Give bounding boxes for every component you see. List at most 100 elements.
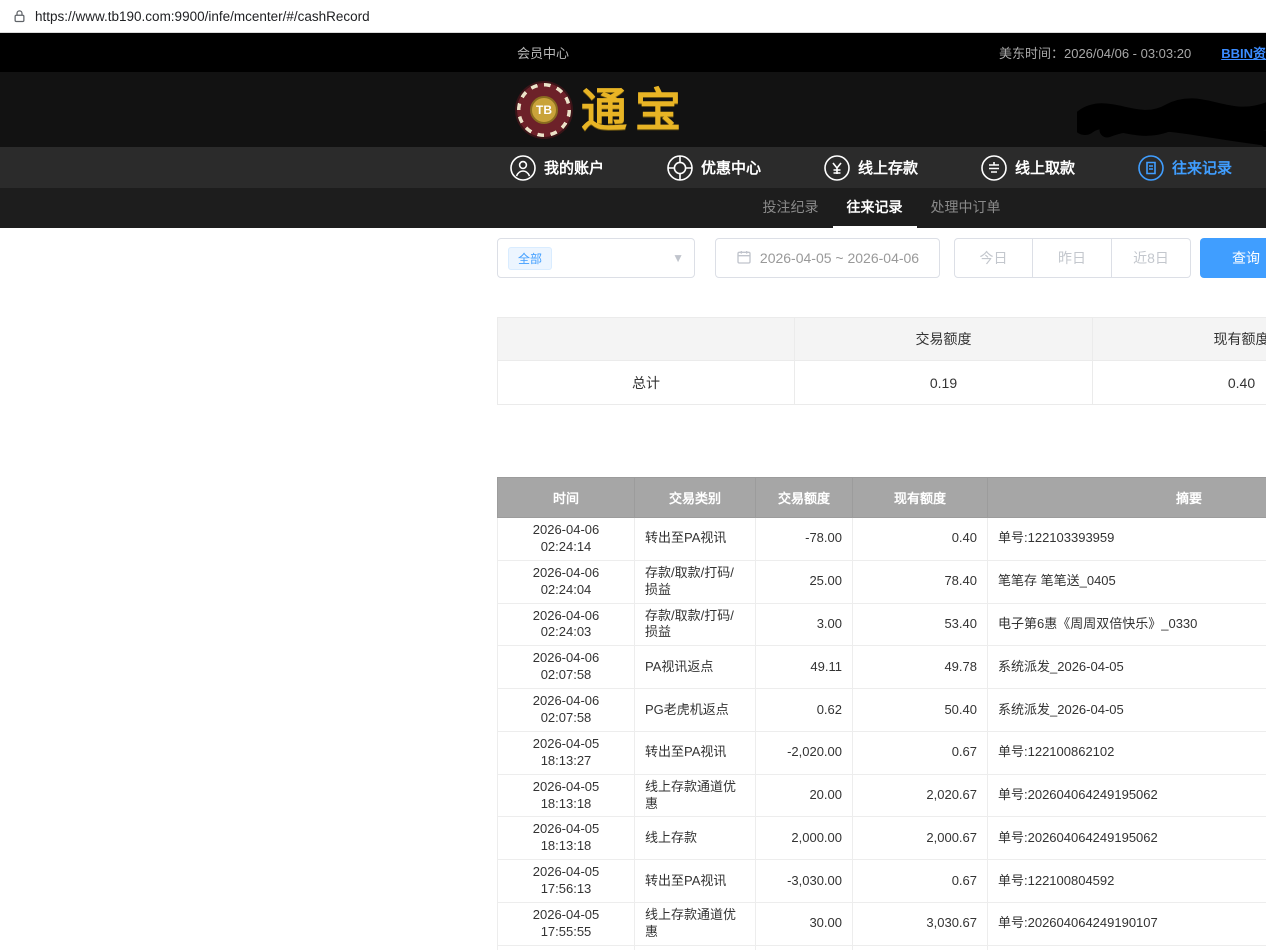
table-row: 2026-04-05 17:55:55线上存款3,000.003,000.67单… bbox=[498, 945, 1266, 950]
summary-header-transaction: 交易额度 bbox=[795, 318, 1093, 361]
logo-wordmark: 通宝 bbox=[581, 87, 689, 133]
table-cell: 单号:122100862102 bbox=[988, 731, 1266, 774]
table-cell: -78.00 bbox=[756, 518, 853, 561]
date-range-value: 2026-04-05 ~ 2026-04-06 bbox=[760, 250, 919, 266]
nav-item-withdraw[interactable]: 线上取款 bbox=[981, 155, 1075, 181]
tab-betting-records[interactable]: 投注纪录 bbox=[749, 188, 833, 228]
calendar-icon bbox=[736, 249, 752, 268]
chevron-down-icon: ▼ bbox=[672, 251, 684, 265]
table-cell: 系统派发_2026-04-05 bbox=[988, 646, 1266, 689]
table-cell: 0.62 bbox=[756, 689, 853, 732]
nav-item-deposit[interactable]: 线上存款 bbox=[824, 155, 918, 181]
summary-transaction-total: 0.19 bbox=[795, 361, 1093, 405]
filter-row: 全部 ▼ 2026-04-05 ~ 2026-04-06 今日 昨日 近8日 查… bbox=[497, 238, 1266, 278]
nav-item-transaction-records[interactable]: 往来记录 bbox=[1138, 155, 1232, 181]
table-row: 2026-04-05 18:13:18线上存款通道优惠20.002,020.67… bbox=[498, 774, 1266, 817]
table-cell: 单号:202604064249190107 bbox=[988, 945, 1266, 950]
table-cell: 0.40 bbox=[853, 518, 988, 561]
table-cell: 存款/取款/打码/损益 bbox=[635, 603, 756, 646]
table-row: 2026-04-05 17:56:13转出至PA视讯-3,030.000.67单… bbox=[498, 860, 1266, 903]
nav-item-my-account[interactable]: 我的账户 bbox=[510, 155, 604, 181]
records-icon bbox=[1138, 155, 1164, 181]
table-cell: 2026-04-05 17:55:55 bbox=[498, 903, 635, 946]
table-cell: 线上存款通道优惠 bbox=[635, 774, 756, 817]
table-cell: 2026-04-05 18:13:27 bbox=[498, 731, 635, 774]
table-cell: 系统派发_2026-04-05 bbox=[988, 689, 1266, 732]
tab-processing-orders[interactable]: 处理中订单 bbox=[917, 188, 1015, 228]
type-select[interactable]: 全部 ▼ bbox=[497, 238, 695, 278]
table-cell: 电子第6惠《周周双倍快乐》_0330 bbox=[988, 603, 1266, 646]
date-range-input[interactable]: 2026-04-05 ~ 2026-04-06 bbox=[715, 238, 940, 278]
table-cell: 3.00 bbox=[756, 603, 853, 646]
content-area: 全部 ▼ 2026-04-05 ~ 2026-04-06 今日 昨日 近8日 查… bbox=[497, 238, 1266, 950]
table-cell: 单号:202604064249195062 bbox=[988, 774, 1266, 817]
last8days-button[interactable]: 近8日 bbox=[1112, 238, 1191, 278]
transactions-body: 2026-04-06 02:24:14转出至PA视讯-78.000.40单号:1… bbox=[498, 518, 1266, 950]
table-cell: 30.00 bbox=[756, 903, 853, 946]
table-cell: 49.11 bbox=[756, 646, 853, 689]
table-cell: 53.40 bbox=[853, 603, 988, 646]
sub-navigation: 投注纪录 往来记录 处理中订单 bbox=[0, 188, 1266, 228]
table-cell: 2026-04-06 02:24:03 bbox=[498, 603, 635, 646]
table-cell: 3,000.67 bbox=[853, 945, 988, 950]
yesterday-button[interactable]: 昨日 bbox=[1033, 238, 1112, 278]
member-center-link[interactable]: 会员中心 bbox=[517, 43, 569, 62]
deposit-coin-icon bbox=[824, 155, 850, 181]
table-cell: PG老虎机返点 bbox=[635, 689, 756, 732]
table-cell: 2026-04-06 02:07:58 bbox=[498, 646, 635, 689]
table-row: 2026-04-06 02:24:03存款/取款/打码/损益3.0053.40电… bbox=[498, 603, 1266, 646]
nav-item-label: 我的账户 bbox=[544, 157, 604, 178]
url-text[interactable]: https://www.tb190.com:9900/infe/mcenter/… bbox=[35, 9, 370, 24]
table-cell: 49.78 bbox=[853, 646, 988, 689]
table-row: 2026-04-05 18:13:18线上存款2,000.002,000.67单… bbox=[498, 817, 1266, 860]
table-cell: 存款/取款/打码/损益 bbox=[635, 560, 756, 603]
table-cell: 2,020.67 bbox=[853, 774, 988, 817]
table-cell: 3,030.67 bbox=[853, 903, 988, 946]
nav-item-promotions[interactable]: 优惠中心 bbox=[667, 155, 761, 181]
table-cell: 线上存款 bbox=[635, 945, 756, 950]
table-cell: 25.00 bbox=[756, 560, 853, 603]
table-cell: 2,000.00 bbox=[756, 817, 853, 860]
table-row: 2026-04-06 02:24:04存款/取款/打码/损益25.0078.40… bbox=[498, 560, 1266, 603]
summary-balance-total: 0.40 bbox=[1093, 361, 1266, 405]
user-icon bbox=[510, 155, 536, 181]
bbin-link[interactable]: BBIN资 bbox=[1221, 43, 1266, 62]
quick-date-buttons: 今日 昨日 近8日 bbox=[954, 238, 1191, 278]
tab-transaction-records[interactable]: 往来记录 bbox=[833, 188, 917, 228]
search-button[interactable]: 查询 bbox=[1200, 238, 1266, 278]
table-row: 2026-04-06 02:07:58PA视讯返点49.1149.78系统派发_… bbox=[498, 646, 1266, 689]
table-cell: 线上存款 bbox=[635, 817, 756, 860]
table-cell: 3,000.00 bbox=[756, 945, 853, 950]
table-cell: 2026-04-05 17:56:13 bbox=[498, 860, 635, 903]
table-cell: -2,020.00 bbox=[756, 731, 853, 774]
table-cell: 单号:122100804592 bbox=[988, 860, 1266, 903]
site-header: TB 通宝 bbox=[0, 72, 1266, 147]
column-header-balance: 现有额度 bbox=[853, 478, 988, 518]
column-header-summary: 摘要 bbox=[988, 478, 1266, 518]
table-cell: 0.67 bbox=[853, 731, 988, 774]
redaction-scribble bbox=[1077, 92, 1266, 152]
summary-total-label: 总计 bbox=[498, 361, 795, 405]
table-cell: 2,000.67 bbox=[853, 817, 988, 860]
table-cell: 转出至PA视讯 bbox=[635, 860, 756, 903]
table-cell: 单号:122103393959 bbox=[988, 518, 1266, 561]
table-cell: -3,030.00 bbox=[756, 860, 853, 903]
withdraw-coin-icon bbox=[981, 155, 1007, 181]
nav-item-label: 线上存款 bbox=[858, 157, 918, 178]
column-header-amount: 交易额度 bbox=[756, 478, 853, 518]
transactions-table: 时间 交易类别 交易额度 现有额度 摘要 2026-04-06 02:24:14… bbox=[497, 477, 1266, 950]
main-navigation: 我的账户 优惠中心 线上存款 bbox=[0, 147, 1266, 188]
table-cell: 2026-04-06 02:24:04 bbox=[498, 560, 635, 603]
table-cell: 20.00 bbox=[756, 774, 853, 817]
summary-table: 交易额度 现有额度 总计 0.19 0.40 bbox=[497, 317, 1266, 405]
lock-icon bbox=[12, 9, 27, 24]
table-row: 2026-04-06 02:24:14转出至PA视讯-78.000.40单号:1… bbox=[498, 518, 1266, 561]
site-logo[interactable]: TB 通宝 bbox=[517, 83, 689, 137]
browser-address-bar[interactable]: https://www.tb190.com:9900/infe/mcenter/… bbox=[0, 0, 1266, 33]
today-button[interactable]: 今日 bbox=[954, 238, 1033, 278]
top-utility-bar: 会员中心 美东时间：2026/04/06 - 03:03:20 BBIN资 bbox=[0, 33, 1266, 72]
table-cell: 线上存款通道优惠 bbox=[635, 903, 756, 946]
table-cell: 单号:202604064249190107 bbox=[988, 903, 1266, 946]
table-cell: 转出至PA视讯 bbox=[635, 518, 756, 561]
table-cell: 单号:202604064249195062 bbox=[988, 817, 1266, 860]
